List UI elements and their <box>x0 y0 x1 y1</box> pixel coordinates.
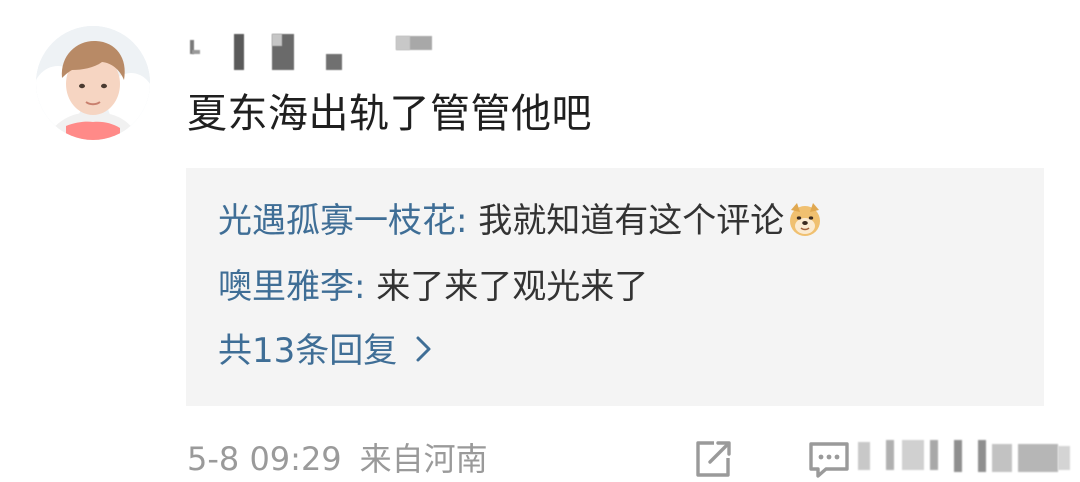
avatar[interactable] <box>36 26 150 140</box>
count-blur <box>1058 446 1070 470</box>
avatar-image <box>36 26 150 140</box>
reply-text: 来了来了观光来了 <box>376 267 649 307</box>
comment-text: 夏东海出轨了管管他吧 <box>187 91 592 137</box>
username-blur <box>234 34 244 70</box>
comment-meta: 5-8 09:29 来自河南 <box>187 436 488 482</box>
count-blur <box>886 440 894 470</box>
share-button[interactable] <box>690 436 736 482</box>
reply-preview-box[interactable]: 光遇孤寡一枝花: 我就知道有这个评论 噢里雅李: 来了来了观光来了 共13条回复 <box>186 168 1044 406</box>
count-blur <box>954 440 962 472</box>
username[interactable] <box>188 30 438 74</box>
count-blur <box>858 442 870 470</box>
username-blur <box>396 36 410 50</box>
count-blur <box>902 440 924 470</box>
more-replies-label: 共13条回复 <box>218 331 398 371</box>
chevron-right-icon <box>415 330 433 376</box>
count-blur <box>992 444 1012 472</box>
comment-icon <box>806 436 852 482</box>
reply-username[interactable]: 噢里雅李 <box>218 267 354 307</box>
reply-username[interactable]: 光遇孤寡一枝花 <box>218 201 456 241</box>
reply-item[interactable]: 光遇孤寡一枝花: 我就知道有这个评论 <box>218 198 824 244</box>
reply-separator: : <box>354 267 377 307</box>
comment-time: 5-8 09:29 <box>187 440 342 478</box>
more-replies-link[interactable]: 共13条回复 <box>218 328 433 376</box>
share-icon <box>690 436 736 482</box>
reply-separator: : <box>456 201 479 241</box>
reply-item[interactable]: 噢里雅李: 来了来了观光来了 <box>218 264 648 310</box>
count-blur <box>930 440 938 470</box>
comment-item: 夏东海出轨了管管他吧 光遇孤寡一枝花: 我就知道有这个评论 噢里雅李: 来了来了… <box>0 0 1080 480</box>
comment-button[interactable] <box>806 436 852 482</box>
count-blur <box>978 440 986 472</box>
reply-text: 我就知道有这个评论 <box>478 201 785 241</box>
comment-location: 来自河南 <box>359 440 488 478</box>
username-blur <box>192 50 200 54</box>
username-blur <box>272 34 282 46</box>
username-blur <box>326 54 342 70</box>
count-blur <box>1018 444 1058 472</box>
doge-emoji-icon <box>786 200 824 238</box>
action-counts-obscured[interactable] <box>858 436 1080 482</box>
